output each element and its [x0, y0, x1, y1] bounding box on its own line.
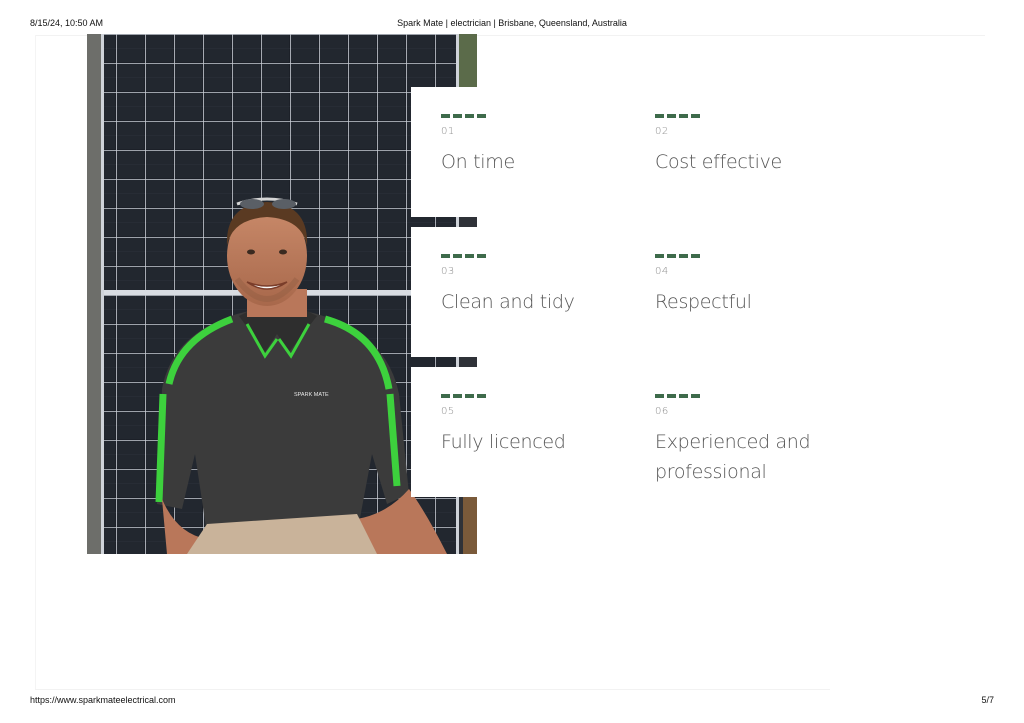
feature-item: 04 Respectful	[655, 254, 855, 317]
accent-dashes	[441, 394, 641, 398]
divider	[35, 35, 36, 690]
accent-dashes	[441, 254, 641, 258]
accent-dashes	[655, 394, 825, 398]
feature-label: On time	[441, 151, 515, 173]
feature-item: 03 Clean and tidy	[441, 254, 641, 317]
print-url: https://www.sparkmateelectrical.com	[30, 695, 176, 705]
divider	[35, 689, 830, 690]
feature-number: 01	[441, 126, 455, 137]
print-header: 8/15/24, 10:50 AM Spark Mate | electrici…	[0, 18, 1024, 30]
print-page-number: 5/7	[981, 695, 994, 705]
feature-label: Clean and tidy	[441, 291, 575, 313]
feature-number: 05	[441, 406, 455, 417]
feature-item: 05 Fully licenced	[441, 394, 641, 457]
feature-label: Cost effective	[655, 151, 782, 173]
accent-dashes	[655, 114, 855, 118]
feature-number: 06	[655, 406, 669, 417]
print-page-title: Spark Mate | electrician | Brisbane, Que…	[397, 18, 627, 28]
feature-label: Respectful	[655, 291, 752, 313]
feature-item: 01 On time	[441, 114, 641, 177]
feature-number: 03	[441, 266, 455, 277]
feature-number: 04	[655, 266, 669, 277]
accent-dashes	[655, 254, 855, 258]
feature-item: 06 Experienced and professional	[655, 394, 825, 487]
feature-number: 02	[655, 126, 669, 137]
feature-label: Experienced and professional	[655, 431, 811, 483]
print-footer: https://www.sparkmateelectrical.com 5/7	[0, 695, 1024, 707]
feature-item: 02 Cost effective	[655, 114, 855, 177]
feature-label: Fully licenced	[441, 431, 566, 453]
accent-dashes	[441, 114, 641, 118]
shirt-logo-text: SPARK MATE	[294, 392, 329, 398]
